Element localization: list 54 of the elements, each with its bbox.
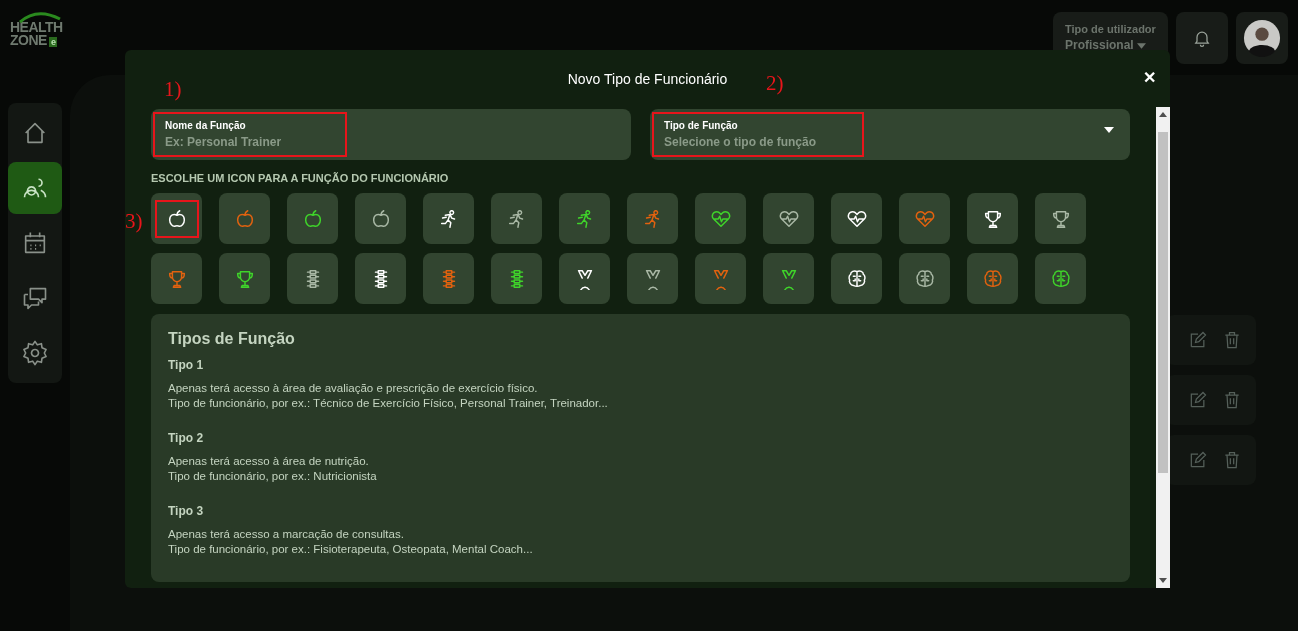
brain-icon-option[interactable] bbox=[899, 253, 950, 304]
apple-icon-option[interactable] bbox=[151, 193, 202, 244]
runner-icon-option[interactable] bbox=[491, 193, 542, 244]
nav-item[interactable] bbox=[8, 162, 62, 214]
type-description: Apenas terá acesso à área de nutrição. Tipo de funcionário, por ex.: Nutricionista bbox=[168, 454, 378, 484]
scrollbar[interactable] bbox=[1156, 107, 1170, 588]
info-title: Tipos de Função bbox=[168, 330, 296, 348]
runner-icon-option[interactable] bbox=[423, 193, 474, 244]
close-button[interactable]: ✕ bbox=[1143, 68, 1156, 87]
trophy-icon-option[interactable] bbox=[219, 253, 270, 304]
annotation-label: 2) bbox=[766, 71, 784, 96]
apple-icon-option[interactable] bbox=[355, 193, 406, 244]
section-heading: ESCOLHE UM ICON PARA A FUNÇÃO DO FUNCIONÁRIO bbox=[151, 172, 450, 184]
type-name: Tipo 3 bbox=[168, 504, 205, 518]
name-input-field[interactable]: Nome da Função Ex: Personal Trainer bbox=[153, 112, 347, 157]
type-name: Tipo 1 bbox=[168, 358, 205, 372]
avatar-icon bbox=[1243, 18, 1281, 57]
modal-title: Novo Tipo de Funcionário bbox=[567, 70, 728, 87]
type-description: Apenas terá acesso à área de avaliação e prescrição de exercício físico. Tipo de funcionário, por ex.: Técnico de Exercício Físico, Personal Trainer, Treinador... bbox=[168, 381, 609, 411]
medal-icon-option[interactable] bbox=[559, 253, 610, 304]
brain-icon-option[interactable] bbox=[1035, 253, 1086, 304]
name-input[interactable]: Ex: Personal Trainer bbox=[165, 135, 335, 149]
edit-icon[interactable] bbox=[1188, 450, 1208, 470]
annotation-label: 1) bbox=[164, 77, 182, 102]
spine-icon-option[interactable] bbox=[355, 253, 406, 304]
trash-icon[interactable] bbox=[1222, 390, 1242, 410]
heart-icon-option[interactable] bbox=[831, 193, 882, 244]
scroll-thumb[interactable] bbox=[1158, 132, 1168, 473]
caret-icon bbox=[1104, 127, 1114, 133]
medal-icon-option[interactable] bbox=[763, 253, 814, 304]
scroll-down-icon[interactable] bbox=[1159, 578, 1167, 583]
type-description: Apenas terá acesso a marcação de consultas. Tipo de funcionário, por ex.: Fisioterapeuta, Osteopata, Mental Coach... bbox=[168, 527, 534, 557]
heart-icon-option[interactable] bbox=[763, 193, 814, 244]
trash-icon[interactable] bbox=[1222, 330, 1242, 350]
trash-icon[interactable] bbox=[1222, 450, 1242, 470]
edit-icon[interactable] bbox=[1188, 330, 1208, 350]
scroll-up-icon[interactable] bbox=[1159, 112, 1167, 117]
trophy-icon-option[interactable] bbox=[967, 193, 1018, 244]
heart-icon-option[interactable] bbox=[695, 193, 746, 244]
medal-icon-option[interactable] bbox=[627, 253, 678, 304]
settings-icon bbox=[21, 339, 49, 367]
brain-icon-option[interactable] bbox=[831, 253, 882, 304]
type-name: Tipo 2 bbox=[168, 431, 205, 445]
notification-button[interactable] bbox=[1176, 11, 1228, 64]
spine-icon-option[interactable] bbox=[287, 253, 338, 304]
apple-icon-option[interactable] bbox=[287, 193, 338, 244]
edit-icon[interactable] bbox=[1188, 390, 1208, 410]
spine-icon-option[interactable] bbox=[491, 253, 542, 304]
avatar[interactable] bbox=[1236, 11, 1288, 64]
trophy-icon-option[interactable] bbox=[1035, 193, 1086, 244]
type-select-field[interactable]: Tipo de Função Selecione o tipo de função bbox=[650, 109, 1130, 160]
runner-icon-option[interactable] bbox=[559, 193, 610, 244]
logo: HEALTH ZONE e bbox=[10, 16, 63, 49]
annotation-label: 3) bbox=[125, 209, 143, 234]
